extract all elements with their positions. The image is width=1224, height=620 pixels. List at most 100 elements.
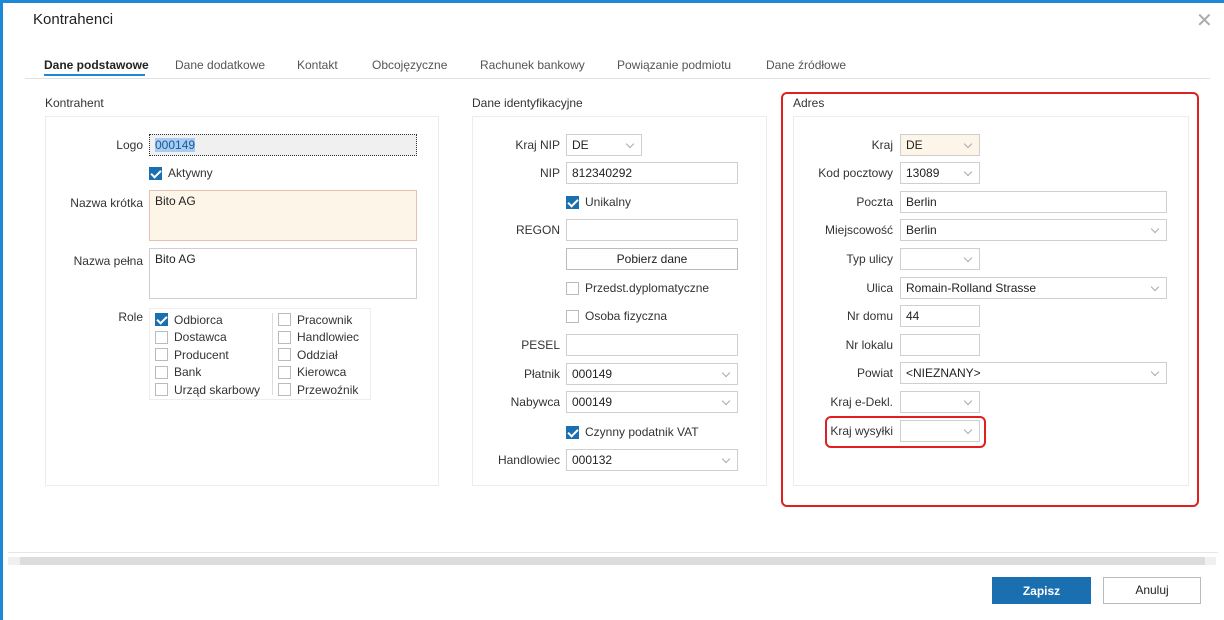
role-label: Dostawca: [174, 330, 227, 345]
powiat-label: Powiat: [856, 366, 893, 380]
pobierz-dane-button[interactable]: Pobierz dane: [566, 248, 738, 270]
section-title-adres: Adres: [793, 96, 825, 110]
aktywny-label: Aktywny: [168, 166, 213, 180]
checkbox-icon: [566, 281, 579, 295]
platnik-dropdown[interactable]: 000149: [566, 363, 738, 385]
nazwa-pelna-field[interactable]: Bito AG: [149, 248, 417, 299]
tab-rachunek-bankowy[interactable]: Rachunek bankowy: [480, 58, 585, 72]
miejscowosc-label: Miejscowość: [824, 223, 893, 237]
roles-box: Odbiorca Dostawca Producent Bank Urząd skarb…: [149, 308, 371, 400]
nazwa-pelna-label: Nazwa pełna: [73, 254, 143, 268]
role-checkbox[interactable]: Producent: [155, 346, 260, 364]
role-checkbox[interactable]: Odbiorca: [155, 311, 260, 329]
role-label: Role: [118, 310, 143, 324]
ulica-dropdown[interactable]: Romain-Rolland Strasse: [900, 277, 1167, 299]
role-checkbox[interactable]: Bank: [155, 364, 260, 382]
role-label: Przewoźnik: [297, 382, 359, 397]
logo-value: 000149: [155, 138, 196, 152]
roles-divider: [272, 313, 273, 395]
unikalny-checkbox[interactable]: Unikalny: [566, 195, 631, 209]
nr-lokalu-field[interactable]: [900, 334, 980, 356]
checkbox-checked-icon: [566, 425, 579, 439]
poczta-field[interactable]: Berlin: [900, 191, 1167, 213]
role-label: Urząd skarbowy: [174, 382, 261, 397]
checkbox-icon: [278, 330, 291, 344]
role-checkbox[interactable]: Oddział: [278, 346, 359, 364]
typ-ulicy-dropdown[interactable]: [900, 248, 980, 270]
tab-powiazanie-podmiotu[interactable]: Powiązanie podmiotu: [617, 58, 731, 72]
osoba-fizyczna-checkbox[interactable]: Osoba fizyczna: [566, 309, 667, 323]
checkbox-icon: [278, 365, 291, 379]
checkbox-icon: [278, 313, 291, 327]
cancel-button[interactable]: Anuluj: [1103, 577, 1201, 604]
aktywny-checkbox[interactable]: Aktywny: [149, 166, 213, 180]
role-label: Bank: [174, 365, 202, 380]
nip-field[interactable]: 812340292: [566, 162, 738, 184]
przedst-dyplomatyczne-checkbox[interactable]: Przedst.dyplomatyczne: [566, 281, 709, 295]
nr-domu-field[interactable]: 44: [900, 305, 980, 327]
dialog-title: Kontrahenci: [33, 11, 114, 28]
miejscowosc-dropdown[interactable]: Berlin: [900, 219, 1167, 241]
horizontal-scrollbar[interactable]: [8, 557, 1216, 565]
kraj-wysylki-dropdown[interactable]: [900, 420, 980, 442]
kraj-wysylki-label: Kraj wysyłki: [830, 424, 893, 438]
logo-label: Logo: [116, 138, 143, 152]
close-icon[interactable]: ✕: [1196, 8, 1213, 33]
nr-lokalu-label: Nr lokalu: [845, 338, 893, 352]
regon-label: REGON: [515, 223, 560, 237]
nabywca-dropdown[interactable]: 000149: [566, 391, 738, 413]
powiat-dropdown[interactable]: <NIEZNANY>: [900, 362, 1167, 384]
tab-dane-dodatkowe[interactable]: Dane dodatkowe: [175, 58, 265, 72]
pesel-label: PESEL: [521, 338, 560, 352]
regon-field[interactable]: [566, 219, 738, 241]
scrollbar-thumb[interactable]: [20, 557, 1205, 565]
poczta-label: Poczta: [856, 195, 893, 209]
tab-obcojezyczne[interactable]: Obcojęzyczne: [372, 58, 447, 72]
save-button[interactable]: Zapisz: [992, 577, 1091, 604]
role-checkbox[interactable]: Kierowca: [278, 364, 359, 382]
kod-pocztowy-dropdown[interactable]: 13089: [900, 162, 980, 184]
checkbox-checked-icon: [155, 313, 168, 327]
handlowiec-dropdown[interactable]: 000132: [566, 449, 738, 471]
kraj-nip-label: Kraj NIP: [515, 138, 560, 152]
nazwa-krotka-label: Nazwa krótka: [70, 196, 143, 210]
section-title-kontrahent: Kontrahent: [45, 96, 104, 110]
role-label: Handlowiec: [297, 330, 360, 345]
logo-field[interactable]: 000149: [149, 134, 417, 156]
pesel-field[interactable]: [566, 334, 738, 356]
kraj-edekl-dropdown[interactable]: [900, 391, 980, 413]
divider: [25, 78, 1210, 79]
kod-pocztowy-label: Kod pocztowy: [818, 166, 893, 180]
role-checkbox[interactable]: Przewoźnik: [278, 381, 359, 399]
role-checkbox[interactable]: Dostawca: [155, 329, 260, 347]
role-checkbox[interactable]: Pracownik: [278, 311, 359, 329]
checkbox-icon: [278, 348, 291, 362]
tab-dane-zrodlowe[interactable]: Dane źródłowe: [766, 58, 846, 72]
checkbox-icon: [155, 365, 168, 379]
kontrahent-panel: [45, 116, 439, 486]
role-checkbox[interactable]: Urząd skarbowy: [155, 381, 260, 399]
tab-kontakt[interactable]: Kontakt: [297, 58, 338, 72]
checkbox-icon: [155, 383, 168, 397]
role-label: Producent: [174, 347, 229, 362]
active-tab-indicator: [44, 74, 145, 76]
role-label: Kierowca: [297, 365, 347, 380]
czynny-label: Czynny podatnik VAT: [585, 425, 699, 439]
platnik-label: Płatnik: [523, 367, 560, 381]
role-label: Odbiorca: [174, 312, 223, 327]
tab-dane-podstawowe[interactable]: Dane podstawowe: [44, 58, 149, 72]
kraj-label: Kraj: [871, 138, 893, 152]
role-checkbox[interactable]: Handlowiec: [278, 329, 359, 347]
checkbox-icon: [155, 330, 168, 344]
nazwa-krotka-field[interactable]: Bito AG: [149, 190, 417, 241]
ulica-label: Ulica: [866, 281, 893, 295]
czynny-podatnik-vat-checkbox[interactable]: Czynny podatnik VAT: [566, 425, 699, 439]
kraj-nip-dropdown[interactable]: DE: [566, 134, 642, 156]
role-label: Oddział: [297, 347, 338, 362]
checkbox-checked-icon: [566, 195, 579, 209]
kraj-dropdown[interactable]: DE: [900, 134, 980, 156]
przedst-label: Przedst.dyplomatyczne: [585, 281, 710, 295]
checkbox-icon: [566, 309, 579, 323]
nip-label: NIP: [539, 166, 560, 180]
nr-domu-label: Nr domu: [846, 309, 893, 323]
